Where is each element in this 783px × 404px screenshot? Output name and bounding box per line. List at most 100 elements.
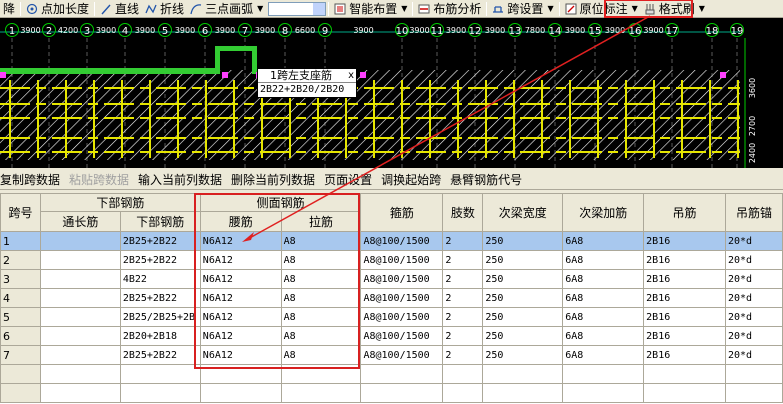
swap-start-span-button[interactable]: 调换起始跨 bbox=[381, 171, 441, 188]
hanger-cell[interactable]: 2B16 bbox=[643, 269, 726, 289]
span-number-cell[interactable]: 2 bbox=[0, 250, 41, 270]
close-icon[interactable]: x bbox=[348, 69, 354, 82]
polyline-button[interactable]: 折线 bbox=[142, 1, 187, 17]
hanger-cell[interactable]: 2B16 bbox=[643, 288, 726, 308]
span-data-grid[interactable]: 跨号 下部钢筋 侧面钢筋 箍筋 肢数 次梁宽度 次梁加筋 吊筋 吊筋锚 通长筋 … bbox=[0, 193, 783, 404]
bottom-bar-cell[interactable]: 4B22 bbox=[119, 269, 201, 289]
span-number-cell[interactable]: 1 bbox=[0, 231, 41, 251]
line-button[interactable]: 直线 bbox=[97, 1, 142, 17]
col-header-through-bar[interactable]: 通长筋 bbox=[39, 211, 121, 232]
popup-value-input[interactable]: 2B22+2B20/2B20 bbox=[258, 83, 356, 97]
arc-param-combo[interactable] bbox=[268, 1, 327, 16]
legs-cell[interactable]: 2 bbox=[442, 269, 484, 289]
bottom-bar-cell[interactable]: 2B25+2B22 bbox=[119, 288, 201, 308]
hanger-cell[interactable]: 2B16 bbox=[643, 250, 726, 270]
tie-bar-cell[interactable]: A8 bbox=[280, 231, 362, 251]
sub-beam-width-cell[interactable]: 250 bbox=[482, 231, 564, 251]
col-header-span[interactable]: 跨号 bbox=[0, 193, 41, 232]
through-bar-cell[interactable] bbox=[39, 345, 121, 365]
drawing-svg[interactable]: 1 2 3 4 5 6 7 8 9 10 11 12 13 14 15 16 17 18 193900 4200 390… bbox=[0, 18, 783, 168]
through-bar-cell[interactable] bbox=[39, 231, 121, 251]
waist-bar-cell[interactable]: N6A12 bbox=[199, 269, 282, 289]
waist-bar-cell[interactable]: N6A12 bbox=[199, 326, 282, 346]
table-row[interactable]: 5 2B25/2B25+2B N6A12 A8 A8@100/1500 2 250 6A8 2B… bbox=[0, 307, 783, 327]
hanger-anchor-cell[interactable]: 20*d bbox=[724, 326, 783, 346]
sub-beam-width-cell[interactable]: 250 bbox=[482, 288, 564, 308]
table-row[interactable]: 2 2B25+2B22 N6A12 A8 A8@100/1500 2 250 6A8 2B16 2… bbox=[0, 250, 783, 270]
tie-bar-cell[interactable]: A8 bbox=[280, 250, 362, 270]
sub-beam-width-cell[interactable]: 250 bbox=[482, 326, 564, 346]
col-header-waist-bar[interactable]: 腰筋 bbox=[199, 211, 282, 232]
bottom-bar-cell[interactable]: 2B25+2B22 bbox=[119, 250, 201, 270]
waist-bar-cell[interactable]: N6A12 bbox=[199, 250, 282, 270]
paste-span-data-button[interactable]: 粘贴跨数据 bbox=[69, 171, 129, 188]
waist-bar-cell[interactable]: N6A12 bbox=[199, 307, 282, 327]
col-header-sub-beam-add[interactable]: 次梁加筋 bbox=[562, 193, 645, 232]
table-row[interactable]: 6 2B20+2B18 N6A12 A8 A8@100/1500 2 250 6A8 2B16 2… bbox=[0, 326, 783, 346]
tie-bar-cell[interactable]: A8 bbox=[280, 269, 362, 289]
sub-beam-width-cell[interactable]: 250 bbox=[482, 307, 564, 327]
hanger-cell[interactable]: 2B16 bbox=[643, 307, 726, 327]
hanger-anchor-cell[interactable]: 20*d bbox=[724, 250, 783, 270]
waist-bar-cell[interactable]: N6A12 bbox=[199, 231, 282, 251]
span-number-cell[interactable]: 6 bbox=[0, 326, 41, 346]
sub-beam-width-cell[interactable]: 250 bbox=[482, 250, 564, 270]
col-header-sub-beam-width[interactable]: 次梁宽度 bbox=[482, 193, 564, 232]
input-column-data-button[interactable]: 输入当前列数据 bbox=[138, 171, 222, 188]
rebar-analysis-button[interactable]: 布筋分析 bbox=[415, 1, 484, 17]
hanger-anchor-cell[interactable]: 20*d bbox=[724, 345, 783, 365]
drawing-canvas[interactable]: 1 2 3 4 5 6 7 8 9 10 11 12 13 14 15 16 17 18 19 3900 4200 390… bbox=[0, 18, 783, 168]
waist-bar-cell[interactable]: N6A12 bbox=[199, 345, 282, 365]
sub-beam-add-cell[interactable]: 6A8 bbox=[562, 269, 645, 289]
sub-beam-add-cell[interactable]: 6A8 bbox=[562, 307, 645, 327]
stirrup-cell[interactable]: A8@100/1500 bbox=[360, 307, 444, 327]
hanger-cell[interactable]: 2B16 bbox=[643, 231, 726, 251]
legs-cell[interactable]: 2 bbox=[442, 250, 484, 270]
toolbar-item-0[interactable]: 降 bbox=[0, 1, 18, 17]
through-bar-cell[interactable] bbox=[39, 326, 121, 346]
hanger-anchor-cell[interactable]: 20*d bbox=[724, 307, 783, 327]
tie-bar-cell[interactable]: A8 bbox=[280, 345, 362, 365]
stirrup-cell[interactable]: A8@100/1500 bbox=[360, 269, 444, 289]
waist-bar-cell[interactable]: N6A12 bbox=[199, 288, 282, 308]
stirrup-cell[interactable]: A8@100/1500 bbox=[360, 288, 444, 308]
through-bar-cell[interactable] bbox=[39, 250, 121, 270]
bottom-bar-cell[interactable]: 2B25+2B22 bbox=[119, 231, 201, 251]
through-bar-cell[interactable] bbox=[39, 288, 121, 308]
span-number-cell[interactable]: 7 bbox=[0, 345, 41, 365]
stirrup-cell[interactable]: A8@100/1500 bbox=[360, 326, 444, 346]
support-rebar-popup[interactable]: 1跨左支座筋 x 2B22+2B20/2B20 bbox=[257, 68, 357, 98]
through-bar-cell[interactable] bbox=[39, 307, 121, 327]
point-length-button[interactable]: 点加长度 bbox=[23, 1, 92, 17]
col-header-hanger-anchor[interactable]: 吊筋锚 bbox=[724, 193, 783, 232]
cantilever-rebar-code-button[interactable]: 悬臂钢筋代号 bbox=[450, 171, 522, 188]
sub-beam-add-cell[interactable]: 6A8 bbox=[562, 250, 645, 270]
bottom-bar-cell[interactable]: 2B20+2B18 bbox=[119, 326, 201, 346]
bottom-bar-cell[interactable]: 2B25+2B22 bbox=[119, 345, 201, 365]
tie-bar-cell[interactable]: A8 bbox=[280, 288, 362, 308]
arc-button[interactable]: 三点画弧 ▼ bbox=[187, 1, 266, 17]
legs-cell[interactable]: 2 bbox=[442, 345, 484, 365]
hanger-cell[interactable]: 2B16 bbox=[643, 345, 726, 365]
span-number-cell[interactable]: 4 bbox=[0, 288, 41, 308]
sub-beam-width-cell[interactable]: 250 bbox=[482, 269, 564, 289]
through-bar-cell[interactable] bbox=[39, 269, 121, 289]
tie-bar-cell[interactable]: A8 bbox=[280, 307, 362, 327]
col-header-tie-bar[interactable]: 拉筋 bbox=[280, 211, 362, 232]
hanger-anchor-cell[interactable]: 20*d bbox=[724, 269, 783, 289]
hanger-cell[interactable]: 2B16 bbox=[643, 326, 726, 346]
tie-bar-cell[interactable]: A8 bbox=[280, 326, 362, 346]
legs-cell[interactable]: 2 bbox=[442, 307, 484, 327]
legs-cell[interactable]: 2 bbox=[442, 326, 484, 346]
span-number-cell[interactable]: 3 bbox=[0, 269, 41, 289]
span-settings-button[interactable]: 跨设置 ▼ bbox=[489, 1, 556, 17]
table-row[interactable]: 7 2B25+2B22 N6A12 A8 A8@100/1500 2 250 6A8 2B16 2… bbox=[0, 345, 783, 365]
delete-column-data-button[interactable]: 删除当前列数据 bbox=[231, 171, 315, 188]
legs-cell[interactable]: 2 bbox=[442, 231, 484, 251]
col-header-legs[interactable]: 肢数 bbox=[442, 193, 484, 232]
col-header-hanger[interactable]: 吊筋 bbox=[643, 193, 726, 232]
stirrup-cell[interactable]: A8@100/1500 bbox=[360, 345, 444, 365]
bottom-bar-cell[interactable]: 2B25/2B25+2B bbox=[119, 307, 201, 327]
copy-span-data-button[interactable]: 复制跨数据 bbox=[0, 171, 60, 188]
stirrup-cell[interactable]: A8@100/1500 bbox=[360, 231, 444, 251]
